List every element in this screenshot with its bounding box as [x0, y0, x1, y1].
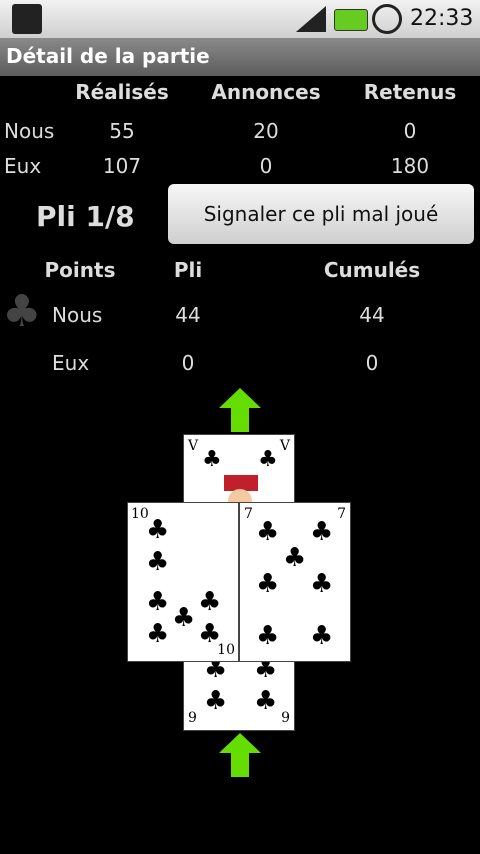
points-eux-cumules: 0 [365, 351, 379, 375]
value-nous-realises: 55 [109, 119, 135, 143]
card-left[interactable]: 10 10 ♣ ♣ ♣ ♣ ♣ ♣ ♣ [127, 502, 239, 662]
club-pip-icon: ♣ [202, 447, 222, 472]
club-pip-icon: ♣ [204, 686, 228, 716]
header-annonces: Annonces [211, 80, 321, 104]
card-bottom-rank-corner: 9 [281, 710, 290, 726]
card-right-rank: 7 [244, 506, 253, 522]
club-pip-icon: ♣ [146, 619, 170, 649]
status-bar: 22:33 [0, 0, 480, 38]
pli-label: Pli 1/8 [36, 200, 135, 233]
header-realises: Réalisés [75, 80, 169, 104]
club-pip-icon: ♣ [258, 447, 278, 472]
club-pip-icon: ♣ [256, 517, 280, 547]
club-pip-icon: ♣ [310, 569, 334, 599]
points-nous-cumules: 44 [359, 303, 385, 327]
card-top-rank-corner: V [279, 438, 290, 454]
signal-icon [296, 6, 326, 32]
club-pip-icon: ♣ [172, 603, 196, 633]
card-top-rank: V [188, 438, 199, 454]
header-retenus: Retenus [363, 80, 457, 104]
points-eux-pli: 0 [181, 351, 195, 375]
club-pip-icon: ♣ [198, 619, 222, 649]
club-pip-icon: ♣ [256, 621, 280, 651]
value-nous-annonces: 20 [253, 119, 279, 143]
row-label-eux: Eux [4, 154, 42, 178]
club-pip-icon: ♣ [256, 569, 280, 599]
value-eux-realises: 107 [102, 154, 142, 178]
value-eux-annonces: 0 [259, 154, 273, 178]
card-bottom-rank: 9 [188, 710, 197, 726]
club-pip-icon: ♣ [146, 515, 170, 545]
club-pip-icon: ♣ [310, 517, 334, 547]
header-pli: Pli [173, 258, 203, 282]
page-title: Détail de la partie [6, 44, 210, 68]
club-pip-icon: ♣ [283, 543, 307, 573]
card-right-rank-corner: 7 [337, 506, 346, 522]
club-pip-icon: ♣ [198, 587, 222, 617]
points-label-nous: Nous [52, 303, 103, 327]
report-trick-button[interactable]: Signaler ce pli mal joué [168, 184, 474, 244]
club-pip-icon: ♣ [146, 547, 170, 577]
header-points: Points [44, 258, 116, 282]
club-icon: ♣ [2, 286, 42, 337]
value-nous-retenus: 0 [403, 119, 417, 143]
title-bar: Détail de la partie [0, 38, 480, 76]
card-right[interactable]: 7 7 ♣ ♣ ♣ ♣ ♣ ♣ ♣ [239, 502, 351, 662]
clock-text: 22:33 [410, 6, 474, 31]
row-label-nous: Nous [4, 119, 55, 143]
points-nous-pli: 44 [175, 303, 201, 327]
club-pip-icon: ♣ [310, 621, 334, 651]
value-eux-retenus: 180 [390, 154, 430, 178]
club-pip-icon: ♣ [146, 587, 170, 617]
alarm-icon [372, 4, 402, 34]
arrow-up-top-icon [219, 388, 261, 436]
usb-icon [12, 4, 42, 34]
battery-icon [334, 9, 368, 31]
club-pip-icon: ♣ [254, 686, 278, 716]
arrow-up-bottom-icon [219, 733, 261, 781]
points-label-eux: Eux [52, 351, 90, 375]
header-cumules: Cumulés [323, 258, 421, 282]
